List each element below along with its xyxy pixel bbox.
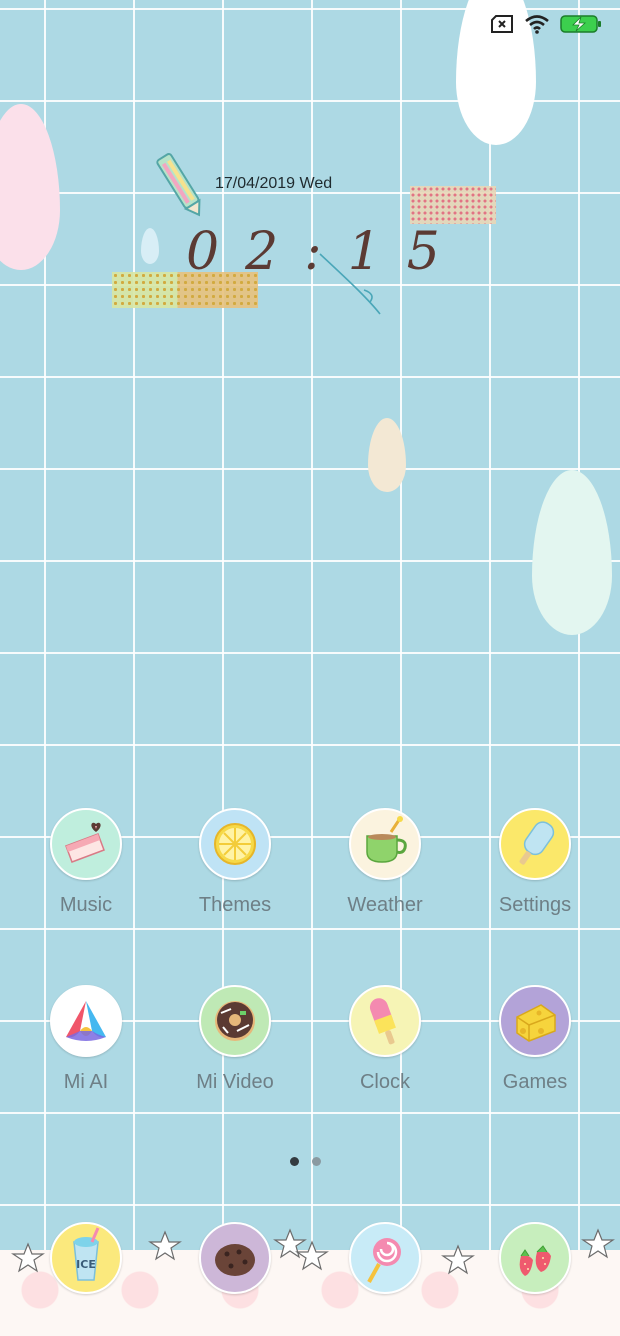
dock-app-cookie[interactable] [160,1222,310,1294]
date-label[interactable]: 17/04/2019 Wed [215,175,332,193]
app-mi-ai[interactable]: Mi AI [11,985,161,1094]
app-themes[interactable]: Themes [160,808,310,917]
app-label: Music [59,894,113,916]
no-sim-icon [490,15,514,33]
page-indicator[interactable] [290,1157,321,1166]
app-label: Clock [359,1071,410,1093]
lollipop-icon [349,1222,421,1294]
app-mi-video[interactable]: Mi Video [160,985,310,1094]
ice-drink-label: ICE [76,1258,96,1271]
wifi-icon [524,14,550,34]
battery-charging-icon [560,14,602,34]
donut-icon [199,985,271,1057]
tea-cup-icon [349,808,421,880]
decor-drop-cream [368,418,406,492]
app-label: Settings [498,894,572,916]
clock-time[interactable]: 02:15 [186,222,466,282]
ice-pop-icon [349,985,421,1057]
strawberries-icon [499,1222,571,1294]
dock-app-strawberries[interactable] [460,1222,610,1294]
app-music[interactable]: Music [11,808,161,917]
dock-app-ice-drink[interactable]: ICE [11,1222,161,1294]
decor-drop-pink [0,104,60,270]
decor-drop-mint [532,470,612,635]
cookie-icon [199,1222,271,1294]
app-label: Themes [198,894,272,916]
page-dot[interactable] [312,1157,321,1166]
dock-app-lollipop[interactable] [310,1222,460,1294]
strawberry-cake-icon [50,808,122,880]
pencil-decoration [155,150,207,227]
mi-ai-logo-icon [50,985,122,1057]
app-label: Weather [347,894,423,916]
app-label: Games [502,1071,568,1093]
app-weather[interactable]: Weather [310,808,460,917]
ice-drink-icon: ICE [50,1222,122,1294]
app-clock[interactable]: Clock [310,985,460,1094]
app-label: Mi AI [63,1071,109,1093]
popsicle-icon [499,808,571,880]
lemon-slice-icon [199,808,271,880]
washi-tape-decoration [410,186,496,224]
status-bar [490,14,602,34]
app-games[interactable]: Games [460,985,610,1094]
cheese-icon [499,985,571,1057]
decor-drop-tiny [141,228,159,264]
app-settings[interactable]: Settings [460,808,610,917]
app-label: Mi Video [196,1071,274,1093]
page-dot-active[interactable] [290,1157,299,1166]
